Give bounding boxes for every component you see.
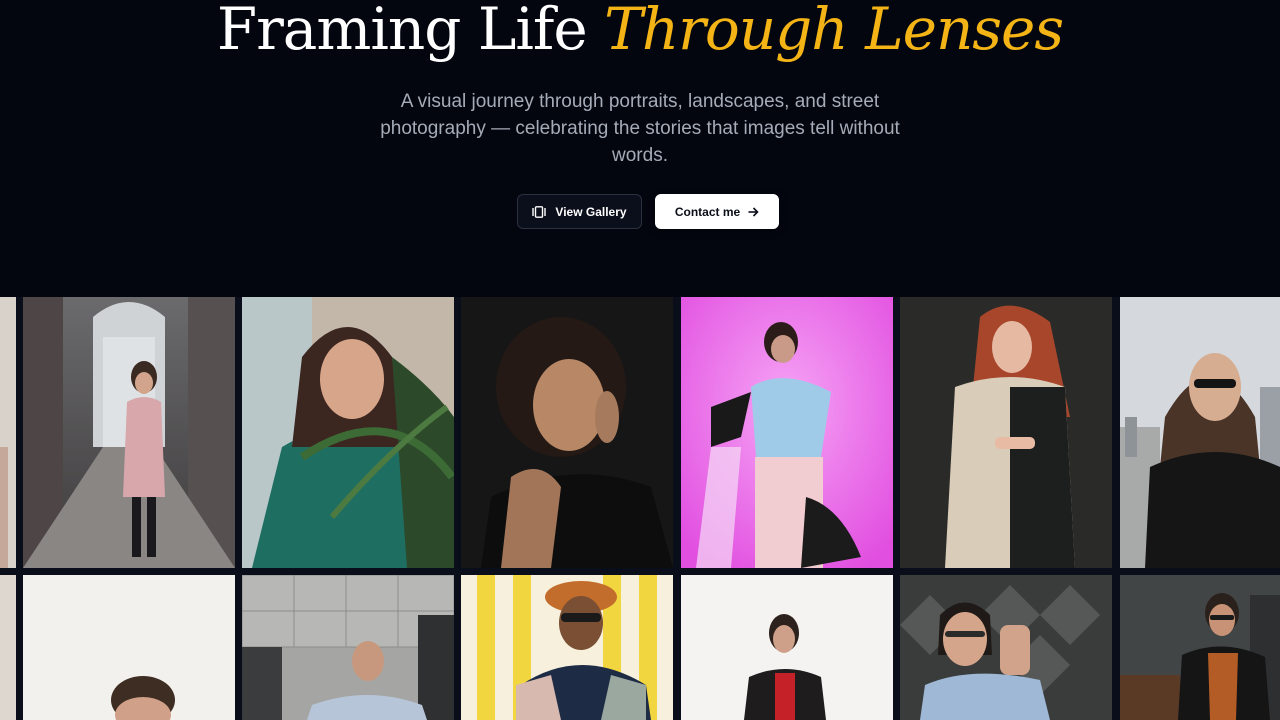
contact-button[interactable]: Contact me	[655, 194, 779, 229]
gallery-photo-r1-c1[interactable]	[23, 297, 235, 568]
gallery-photo-r1-c0[interactable]	[0, 297, 16, 568]
headline-accent: Through Lenses	[604, 0, 1064, 63]
gallery-photo-r2-c5[interactable]	[900, 575, 1112, 720]
gallery-photo-r1-c2[interactable]	[242, 297, 454, 568]
hero-headline: Framing Life Through Lenses	[0, 0, 1280, 68]
gallery-photo-r2-c1[interactable]	[23, 575, 235, 720]
gallery-icon	[532, 205, 547, 218]
gallery-photo-r2-c4[interactable]	[681, 575, 893, 720]
gallery-photo-r1-c6[interactable]	[1120, 297, 1280, 568]
hero-section: Framing Life Through Lenses A visual jou…	[0, 0, 1280, 297]
gallery-photo-r1-c4[interactable]	[681, 297, 893, 568]
gallery-photo-r2-c6[interactable]	[1120, 575, 1280, 720]
gallery-photo-r2-c0[interactable]	[0, 575, 16, 720]
contact-label: Contact me	[674, 204, 741, 219]
gallery-photo-r1-c5[interactable]	[900, 297, 1112, 568]
headline-main: Framing Life	[216, 0, 588, 63]
view-gallery-label: View Gallery	[555, 204, 627, 219]
hero-actions: View Gallery Contact me	[517, 194, 779, 229]
gallery-photo-r1-c3[interactable]	[461, 297, 673, 568]
photo-gallery	[0, 297, 1280, 720]
arrow-right-icon	[748, 206, 759, 217]
gallery-photo-r2-c2[interactable]	[242, 575, 454, 720]
view-gallery-button[interactable]: View Gallery	[517, 194, 642, 229]
gallery-photo-r2-c3[interactable]	[461, 575, 673, 720]
hero-subtitle: A visual journey through portraits, land…	[380, 91, 900, 166]
